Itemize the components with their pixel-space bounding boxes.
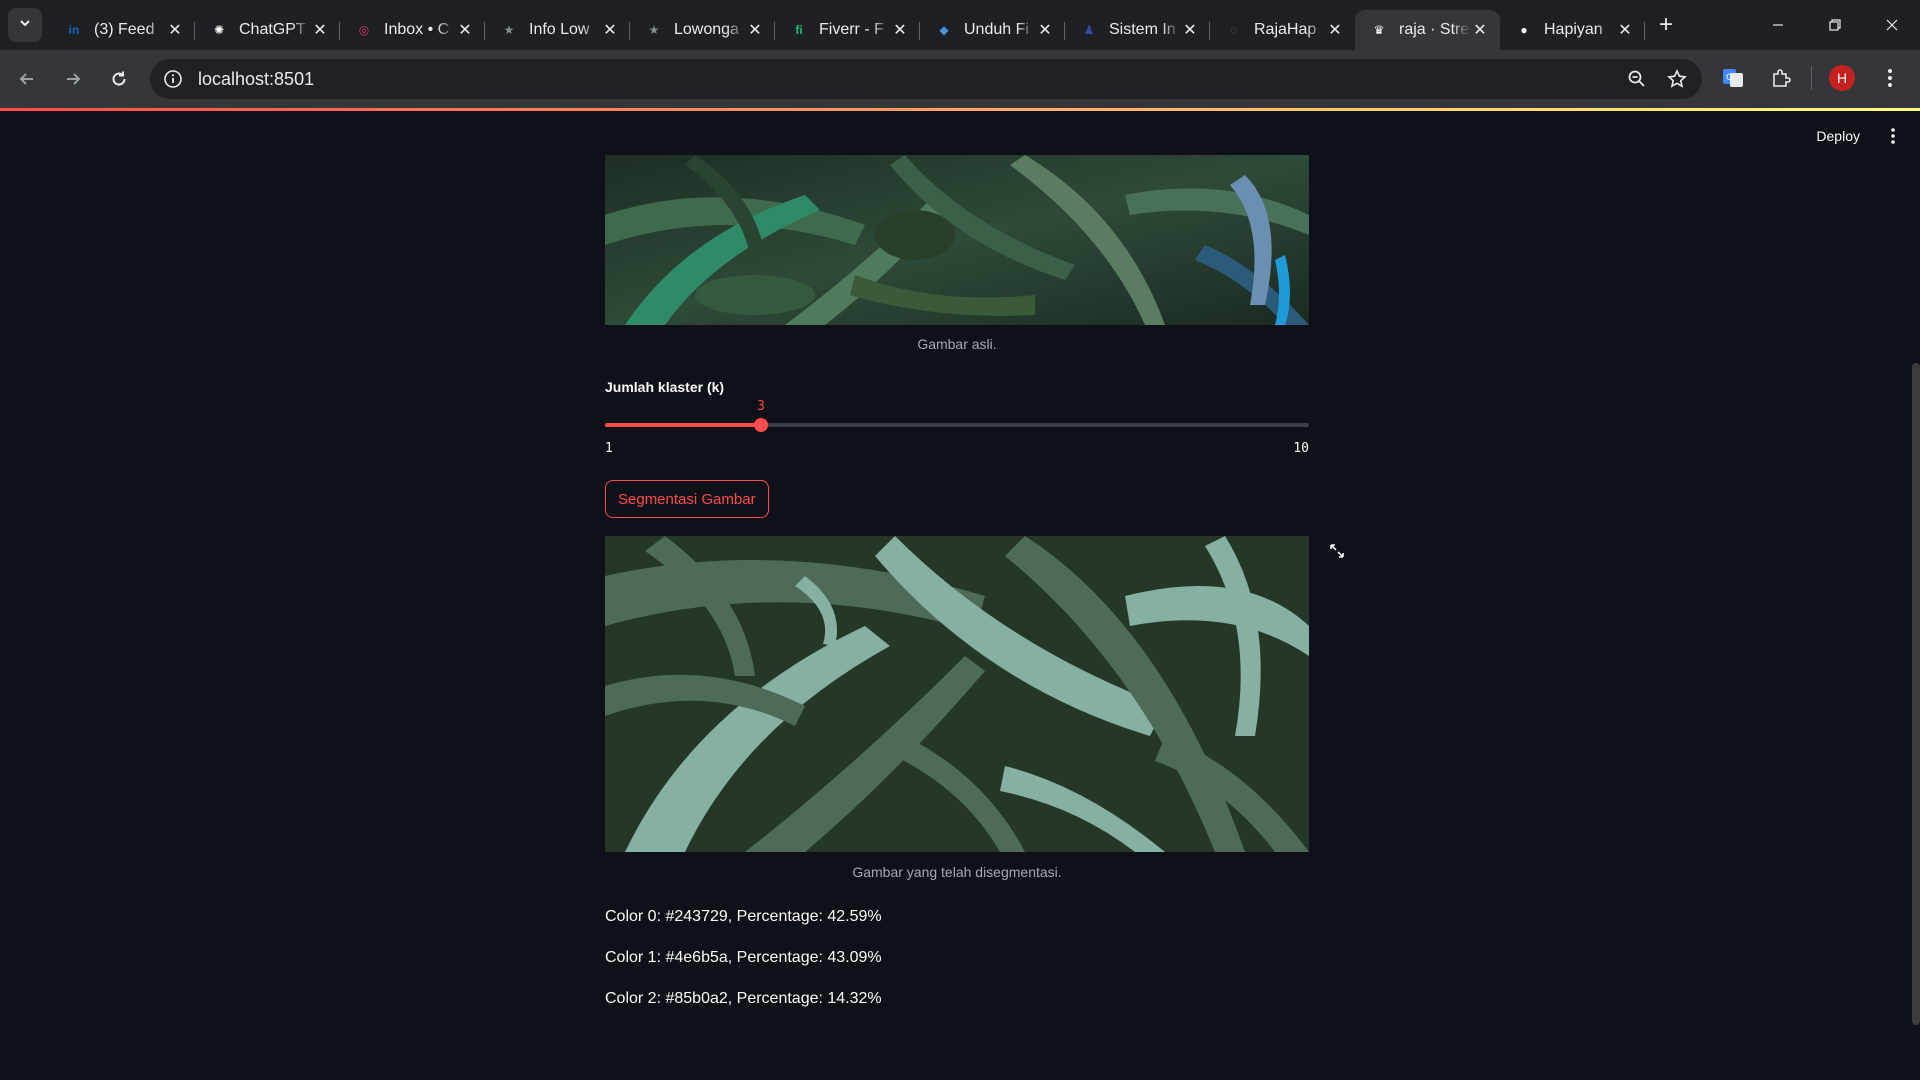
google-translate-icon[interactable]: G [1715, 60, 1751, 96]
original-image [605, 155, 1309, 325]
close-icon[interactable]: ✕ [600, 20, 620, 40]
url-text[interactable]: localhost:8501 [198, 69, 314, 90]
color-result-line: Color 0: #243729, Percentage: 42.59% [605, 908, 882, 925]
fullscreen-button[interactable] [1319, 536, 1355, 566]
svg-text:G: G [1726, 73, 1733, 83]
toolbar-separator [1811, 66, 1812, 90]
original-image-caption: Gambar asli. [917, 336, 997, 352]
tab-title: Inbox • C [384, 21, 450, 38]
close-icon[interactable]: ✕ [455, 20, 475, 40]
slider-thumb[interactable] [754, 418, 768, 432]
slider-max-label: 10 [1293, 441, 1309, 456]
browser-tab[interactable]: ◌ RajaHap ✕ [1210, 10, 1355, 50]
deploy-button[interactable]: Deploy [1806, 122, 1870, 150]
slider-fill [605, 423, 761, 427]
extensions-puzzle-icon[interactable] [1763, 60, 1799, 96]
zoom-icon[interactable] [1622, 64, 1652, 94]
tab-title: Info Low [529, 21, 590, 38]
tab-title: Unduh Fi [964, 21, 1029, 38]
site-info-icon[interactable] [158, 64, 188, 94]
diamond-icon: ◆ [939, 23, 949, 37]
close-icon[interactable]: ✕ [1615, 20, 1635, 40]
arrow-left-icon [19, 73, 33, 85]
close-icon[interactable]: ✕ [890, 20, 910, 40]
streamlit-app: Deploy Gambar asli. Jumlah klaster (k) 3… [0, 108, 1920, 1080]
close-icon[interactable]: ✕ [310, 20, 330, 40]
tab-title: RajaHap [1254, 21, 1317, 38]
browser-toolbar: localhost:8501 G H [0, 50, 1920, 108]
browser-tab[interactable]: ◆ Unduh Fi ✕ [920, 10, 1065, 50]
tab-title: Fiverr - F [819, 21, 884, 38]
person-icon: ♟ [1083, 23, 1095, 37]
browser-tab-bar: in (3) Feed ✕ ✺ ChatGPT ✕ ◎ Inbox • C ✕ ★ Info Low… [0, 0, 1920, 50]
avatar: H [1829, 65, 1855, 91]
forward-button[interactable] [54, 60, 92, 98]
segmented-image-caption: Gambar yang telah disegmentasi. [852, 864, 1062, 880]
close-icon[interactable]: ✕ [1035, 20, 1055, 40]
tab-strip: in (3) Feed ✕ ✺ ChatGPT ✕ ◎ Inbox • C ✕ ★ Info Low… [50, 0, 1645, 50]
window-controls [1749, 0, 1920, 50]
app-decoration-bar [0, 108, 1920, 111]
star-logo-icon: ★ [503, 23, 515, 37]
app-header: Deploy [1806, 111, 1920, 161]
segmented-image [605, 536, 1309, 852]
browser-tab[interactable]: ◎ Inbox • C ✕ [340, 10, 485, 50]
new-tab-button[interactable]: + [1651, 10, 1681, 40]
tab-title: (3) Feed [94, 21, 155, 38]
tab-title: raja · Stre [1399, 21, 1470, 38]
bookmark-star-icon[interactable] [1662, 64, 1692, 94]
browser-tab[interactable]: ★ Info Low ✕ [485, 10, 630, 50]
github-icon: ● [1520, 23, 1528, 37]
profile-button[interactable]: H [1824, 60, 1860, 96]
slider-label: Jumlah klaster (k) [605, 379, 725, 395]
browser-tab[interactable]: ● Hapiyan ✕ [1500, 10, 1645, 50]
close-icon[interactable]: ✕ [1325, 20, 1345, 40]
chevron-down-icon [18, 16, 32, 35]
segment-image-button[interactable]: Segmentasi Gambar [605, 480, 769, 518]
tab-title: Hapiyan [1544, 21, 1603, 38]
loading-icon: ◌ [1230, 23, 1238, 37]
browser-menu-icon[interactable] [1872, 60, 1908, 96]
minimize-button[interactable] [1749, 0, 1806, 50]
browser-tab[interactable]: ♟ Sistem In ✕ [1065, 10, 1210, 50]
cluster-slider: Jumlah klaster (k) 3 1 10 [605, 379, 1309, 459]
browser-tab[interactable]: ♛ raja · Stre ✕ [1355, 10, 1500, 50]
close-icon[interactable]: ✕ [1470, 20, 1490, 40]
back-button[interactable] [8, 60, 46, 98]
tab-search-button[interactable] [8, 8, 42, 42]
restore-button[interactable] [1806, 0, 1863, 50]
fiverr-icon: fi [795, 23, 803, 37]
color-results: Color 0: #243729, Percentage: 42.59% Col… [605, 908, 1309, 1012]
address-bar[interactable]: localhost:8501 [150, 59, 1702, 99]
slider-min-label: 1 [605, 441, 613, 456]
reload-button[interactable] [100, 60, 138, 98]
expand-icon [1330, 544, 1344, 558]
instagram-icon: ◎ [358, 23, 370, 37]
slider-track[interactable] [605, 423, 1309, 427]
star-logo-icon: ★ [648, 23, 660, 37]
app-menu-icon[interactable] [1878, 121, 1908, 151]
streamlit-crown-icon: ♛ [1373, 23, 1385, 37]
reload-icon [112, 71, 126, 86]
close-icon[interactable]: ✕ [1180, 20, 1200, 40]
scrollbar[interactable] [1912, 363, 1920, 1025]
browser-tab[interactable]: fi Fiverr - F ✕ [775, 10, 920, 50]
linkedin-icon: in [68, 23, 80, 37]
arrow-right-icon [67, 73, 81, 85]
close-icon[interactable]: ✕ [745, 20, 765, 40]
close-icon[interactable]: ✕ [165, 20, 185, 40]
browser-tab[interactable]: in (3) Feed ✕ [50, 10, 195, 50]
main-content: Gambar asli. Jumlah klaster (k) 3 1 10 S… [605, 155, 1355, 1031]
color-result-line: Color 2: #85b0a2, Percentage: 14.32% [605, 990, 882, 1007]
browser-tab[interactable]: ✺ ChatGPT ✕ [195, 10, 340, 50]
close-window-button[interactable] [1863, 0, 1920, 50]
color-result-line: Color 1: #4e6b5a, Percentage: 43.09% [605, 949, 882, 966]
browser-tab[interactable]: ★ Lowonga ✕ [630, 10, 775, 50]
tab-title: Sistem In [1109, 21, 1176, 38]
chatgpt-icon: ✺ [213, 23, 225, 37]
plus-icon: + [1658, 11, 1673, 38]
tab-title: Lowonga [674, 21, 739, 38]
tab-title: ChatGPT [239, 21, 306, 38]
slider-current-value: 3 [757, 399, 765, 414]
